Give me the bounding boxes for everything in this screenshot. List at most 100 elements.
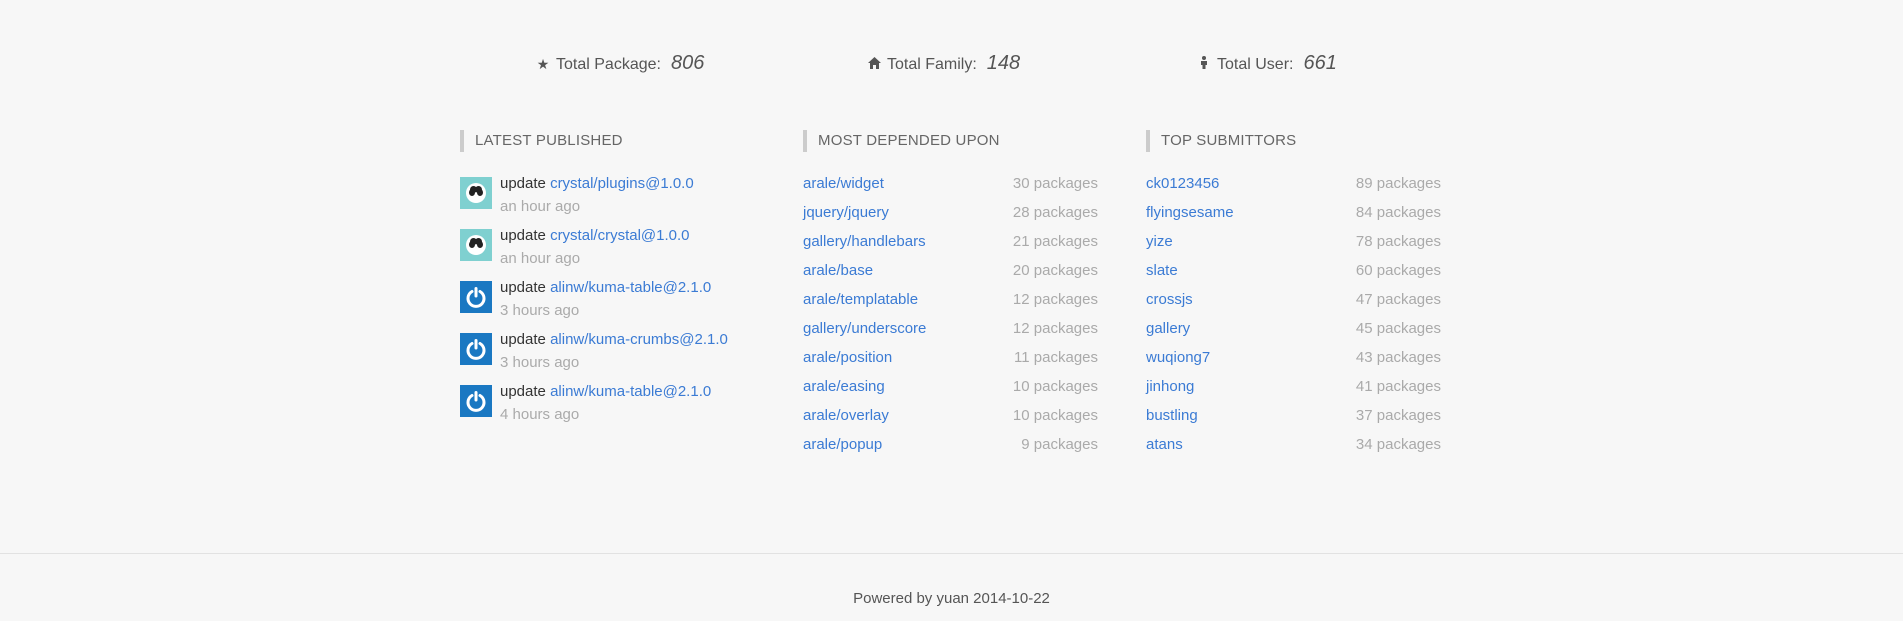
package-count: 45 packages (1355, 320, 1441, 337)
timestamp: 4 hours ago (500, 406, 580, 423)
timestamp: 3 hours ago (500, 302, 580, 319)
package-count: 12 packages (1012, 291, 1098, 308)
power-icon (466, 391, 486, 412)
action-text: update (500, 175, 546, 192)
package-count: 84 packages (1355, 204, 1441, 221)
most-depended-list: arale/widget 30 packages jquery/jquery 28 … (803, 172, 1098, 462)
package-link[interactable]: crystal/plugins@1.0.0 (550, 175, 694, 192)
action-text: update (500, 279, 546, 296)
stat-total-user: Total User: 661 (1197, 52, 1337, 75)
package-count: 21 packages (1012, 233, 1098, 250)
power-icon (466, 339, 486, 360)
user-link[interactable]: crossjs (1146, 288, 1193, 317)
panda-avatar[interactable] (460, 177, 492, 209)
home-icon (867, 56, 881, 72)
list-item: jinhong 41 packages (1146, 375, 1441, 404)
package-count: 10 packages (1012, 407, 1098, 424)
panda-avatar[interactable] (460, 229, 492, 261)
list-item: flyingsesame 84 packages (1146, 201, 1441, 230)
user-link[interactable]: gallery (1146, 317, 1190, 346)
list-item: ck0123456 89 packages (1146, 172, 1441, 201)
power-avatar[interactable] (460, 281, 492, 313)
package-count: 12 packages (1012, 320, 1098, 337)
section-heading: TOP SUBMITTORS (1146, 130, 1441, 152)
top-submitters-section: TOP SUBMITTORS ck0123456 89 packages flyi… (1146, 130, 1441, 462)
list-item: jquery/jquery 28 packages (803, 201, 1098, 230)
list-item: slate 60 packages (1146, 259, 1441, 288)
package-count: 30 packages (1012, 175, 1098, 192)
most-depended-section: MOST DEPENDED UPON arale/widget 30 packag… (803, 130, 1098, 462)
user-link[interactable]: slate (1146, 259, 1178, 288)
package-link[interactable]: gallery/underscore (803, 317, 926, 346)
footer-divider (0, 553, 1903, 554)
package-link[interactable]: arale/widget (803, 172, 884, 201)
package-count: 34 packages (1355, 436, 1441, 453)
list-item: arale/position 11 packages (803, 346, 1098, 375)
timestamp: 3 hours ago (500, 354, 580, 371)
footer-text: Powered by yuan 2014-10-22 (853, 590, 1050, 607)
timestamp: an hour ago (500, 250, 581, 267)
latest-published-list: update crystal/plugins@1.0.0 an hour ago… (460, 172, 755, 432)
package-count: 47 packages (1355, 291, 1441, 308)
list-item: yize 78 packages (1146, 230, 1441, 259)
user-link[interactable]: bustling (1146, 404, 1198, 433)
stat-label: Total User: (1217, 56, 1294, 73)
list-item: atans 34 packages (1146, 433, 1441, 462)
top-submitters-list: ck0123456 89 packages flyingsesame 84 pack… (1146, 172, 1441, 462)
package-link[interactable]: crystal/crystal@1.0.0 (550, 227, 689, 244)
list-item: arale/widget 30 packages (803, 172, 1098, 201)
package-count: 43 packages (1355, 349, 1441, 366)
section-heading: LATEST PUBLISHED (460, 130, 755, 152)
action-text: update (500, 383, 546, 400)
latest-published-section: LATEST PUBLISHED update crystal/plugins@… (460, 130, 755, 432)
list-item: arale/overlay 10 packages (803, 404, 1098, 433)
package-link[interactable]: arale/easing (803, 375, 885, 404)
user-link[interactable]: ck0123456 (1146, 172, 1219, 201)
package-link[interactable]: gallery/handlebars (803, 230, 926, 259)
user-link[interactable]: jinhong (1146, 375, 1194, 404)
star-icon: ★ (536, 56, 550, 72)
page: ★ Total Package: 806 Total Family: 148 T… (0, 0, 1903, 621)
package-link[interactable]: alinw/kuma-table@2.1.0 (550, 279, 711, 296)
package-link[interactable]: arale/overlay (803, 404, 889, 433)
list-item: arale/base 20 packages (803, 259, 1098, 288)
list-item: crossjs 47 packages (1146, 288, 1441, 317)
package-count: 10 packages (1012, 378, 1098, 395)
action-text: update (500, 331, 546, 348)
stat-label: Total Family: (887, 56, 977, 73)
section-heading: MOST DEPENDED UPON (803, 130, 1098, 152)
package-count: 41 packages (1355, 378, 1441, 395)
stat-total-package: ★ Total Package: 806 (536, 52, 705, 75)
stat-value: 148 (986, 52, 1021, 74)
list-item: update crystal/crystal@1.0.0 an hour ago (460, 224, 755, 276)
package-count: 9 packages (1021, 436, 1098, 453)
package-link[interactable]: arale/base (803, 259, 873, 288)
user-link[interactable]: wuqiong7 (1146, 346, 1210, 375)
package-link[interactable]: arale/popup (803, 433, 882, 462)
list-item: update crystal/plugins@1.0.0 an hour ago (460, 172, 755, 224)
list-item: wuqiong7 43 packages (1146, 346, 1441, 375)
package-link[interactable]: alinw/kuma-table@2.1.0 (550, 383, 711, 400)
list-item: update alinw/kuma-crumbs@2.1.0 3 hours a… (460, 328, 755, 380)
power-avatar[interactable] (460, 385, 492, 417)
action-text: update (500, 227, 546, 244)
list-item: arale/popup 9 packages (803, 433, 1098, 462)
list-item: gallery/underscore 12 packages (803, 317, 1098, 346)
power-avatar[interactable] (460, 333, 492, 365)
package-link[interactable]: jquery/jquery (803, 201, 889, 230)
stat-label: Total Package: (556, 56, 661, 73)
package-link[interactable]: alinw/kuma-crumbs@2.1.0 (550, 331, 728, 348)
list-item: arale/templatable 12 packages (803, 288, 1098, 317)
power-icon (466, 287, 486, 308)
stats-bar: ★ Total Package: 806 Total Family: 148 T… (460, 52, 1460, 82)
package-link[interactable]: arale/templatable (803, 288, 918, 317)
stat-value: 806 (670, 52, 705, 74)
package-count: 37 packages (1355, 407, 1441, 424)
user-link[interactable]: flyingsesame (1146, 201, 1234, 230)
stat-total-family: Total Family: 148 (867, 52, 1020, 75)
package-link[interactable]: arale/position (803, 346, 892, 375)
user-link[interactable]: yize (1146, 230, 1173, 259)
list-item: arale/easing 10 packages (803, 375, 1098, 404)
stat-value: 661 (1303, 52, 1337, 74)
user-link[interactable]: atans (1146, 433, 1183, 462)
